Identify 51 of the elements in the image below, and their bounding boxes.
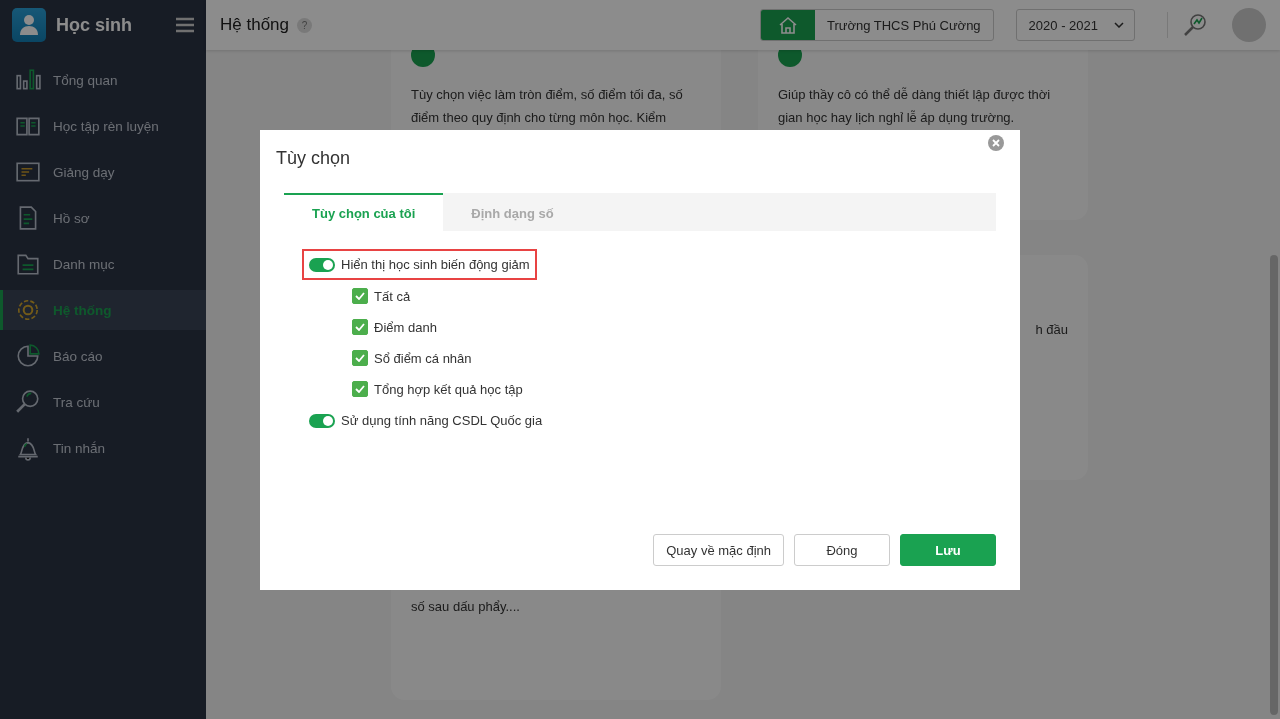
year-dropdown[interactable]: 2020 - 2021 xyxy=(1015,9,1135,41)
sidebar-item[interactable]: Tin nhắn xyxy=(0,428,206,468)
page-title: Hệ thống xyxy=(220,15,289,35)
sidebar-item[interactable]: Danh mục xyxy=(0,244,206,284)
option-label: Sử dụng tính năng CSDL Quốc gia xyxy=(341,413,543,428)
option-label: Hiển thị học sinh biến động giảm xyxy=(341,257,530,272)
checkbox[interactable] xyxy=(352,319,368,335)
checkmark-icon xyxy=(355,385,365,393)
bell-icon xyxy=(15,435,41,461)
card-description: Tùy chọn việc làm tròn điểm, số điểm tối đa, số điểm theo quy định cho từng môn học. Kiểm xyxy=(411,86,684,127)
avatar[interactable] xyxy=(1232,8,1266,42)
checkbox[interactable] xyxy=(352,350,368,366)
chevron-down-icon xyxy=(1114,22,1124,28)
tab[interactable]: Tùy chọn của tôi xyxy=(284,193,444,231)
magnifier-chart-icon[interactable] xyxy=(1167,12,1208,38)
toggle-switch[interactable] xyxy=(309,413,335,428)
sidebar-item[interactable]: Hồ sơ xyxy=(0,198,206,238)
dialog-title: Tùy chọn xyxy=(276,148,352,169)
sidebar-item[interactable]: Báo cáo xyxy=(0,336,206,376)
school-selector[interactable]: Trường THCS Phú Cường xyxy=(759,9,994,41)
toggle-switch[interactable] xyxy=(309,257,335,272)
sidebar-item[interactable]: Tra cứu xyxy=(0,382,206,422)
close-icon[interactable] xyxy=(988,135,1004,151)
dialog-button[interactable]: Quay về mặc định xyxy=(653,534,784,566)
tab[interactable]: Định dạng số xyxy=(443,193,582,231)
home-icon xyxy=(760,10,815,40)
dialog-button[interactable]: Đóng xyxy=(794,534,890,566)
checkbox-label: Tổng hợp kết quả học tập xyxy=(374,381,523,397)
pie-chart-icon xyxy=(15,343,41,369)
card-description: Giúp thầy cô có thể dễ dàng thiết lập được thời gian học hay lịch nghỉ lễ áp dụng trường. xyxy=(778,86,1052,127)
menu-icon[interactable] xyxy=(176,17,194,33)
sidebar-item[interactable]: Học tập rèn luyện xyxy=(0,106,206,146)
app-title: Học sinh xyxy=(56,14,133,36)
checkbox-label: Sổ điểm cá nhân xyxy=(374,350,472,366)
search-icon xyxy=(15,389,41,415)
settings-icon xyxy=(15,297,41,323)
checkbox-label: Điểm danh xyxy=(374,319,437,335)
checkmark-icon xyxy=(355,323,365,331)
sidebar-item[interactable]: Giảng dạy xyxy=(0,152,206,192)
card-description: số sau dấu phẩy.... xyxy=(411,599,521,614)
app-logo-icon xyxy=(12,8,46,42)
checkbox[interactable] xyxy=(352,288,368,304)
checkbox[interactable] xyxy=(352,381,368,397)
card-description: h đầu xyxy=(1034,322,1068,337)
help-icon[interactable]: ? xyxy=(297,17,312,33)
sidebar-item[interactable]: Tổng quan xyxy=(0,60,206,100)
checkmark-icon xyxy=(355,354,365,362)
save-button[interactable]: Lưu xyxy=(900,534,996,566)
scrollbar[interactable] xyxy=(1270,255,1278,715)
checkmark-icon xyxy=(355,292,365,300)
checkbox-label: Tất cả xyxy=(374,288,411,304)
